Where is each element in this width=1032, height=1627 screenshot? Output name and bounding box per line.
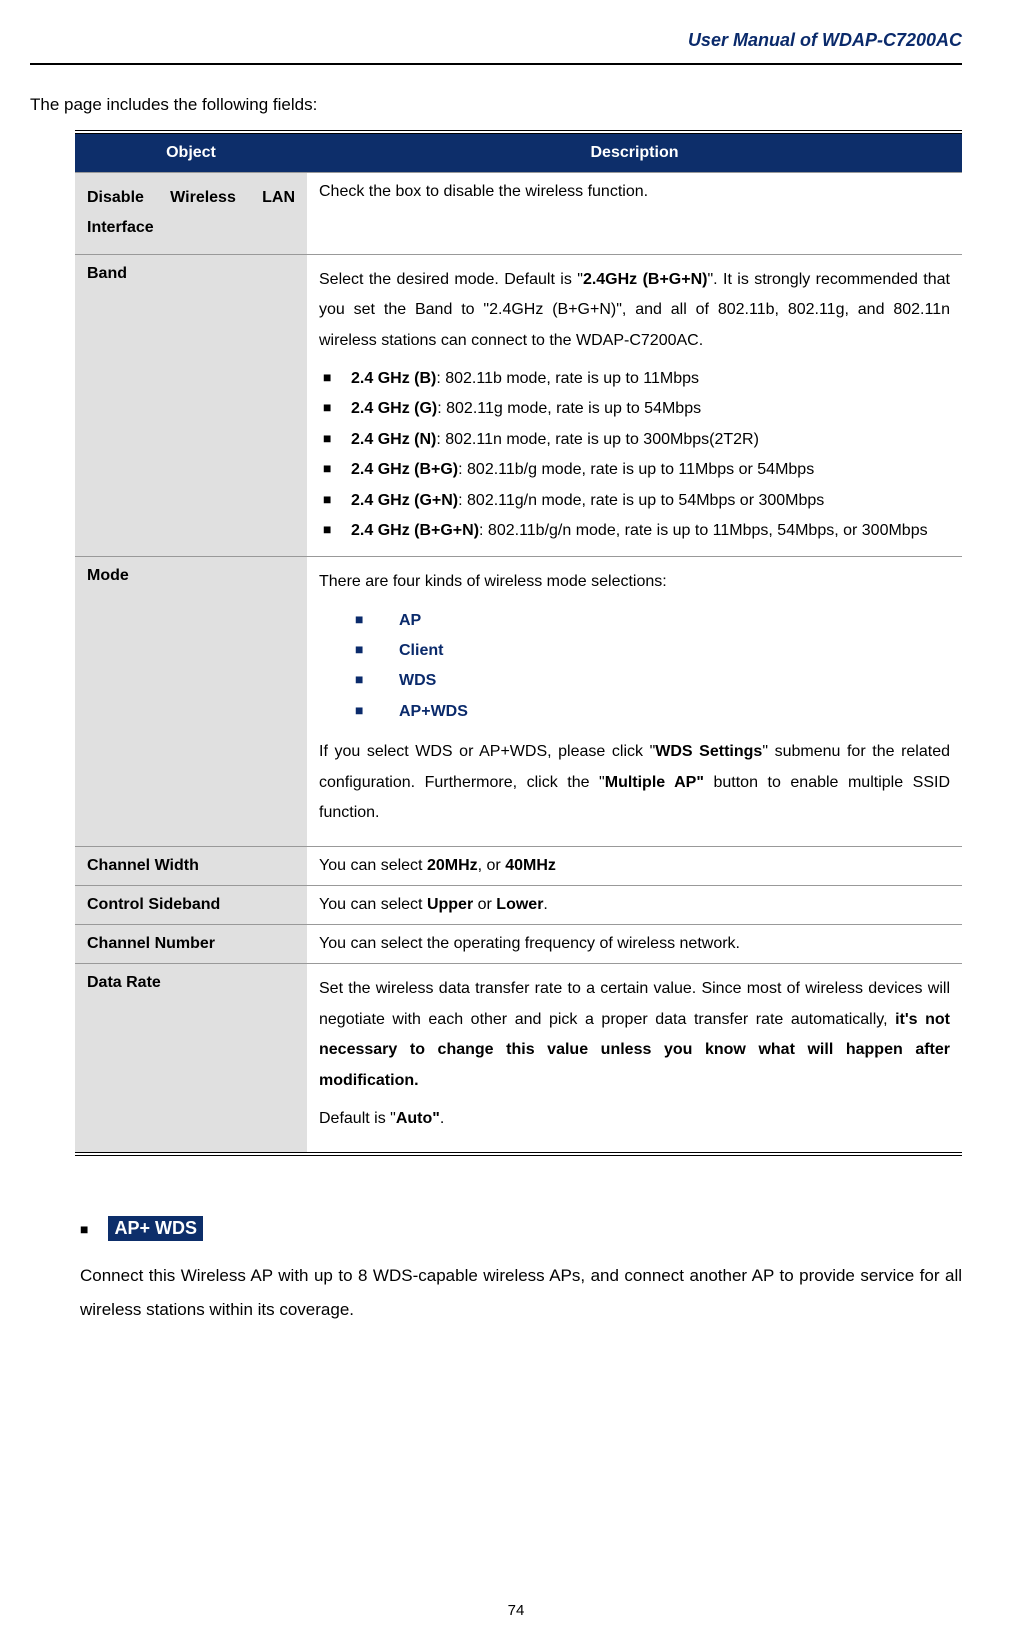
- col-header-object: Object: [75, 134, 307, 172]
- mode-intro: There are four kinds of wireless mode se…: [319, 567, 950, 597]
- square-bullet-icon: ■: [80, 1221, 88, 1237]
- list-item: 2.4 GHz (N): 802.11n mode, rate is up to…: [323, 425, 950, 455]
- section-description: Connect this Wireless AP with up to 8 WD…: [80, 1259, 962, 1327]
- section-heading: ■ AP+ WDS: [80, 1216, 962, 1241]
- table-row: Channel Number You can select the operat…: [75, 925, 962, 964]
- list-item: AP+WDS: [355, 697, 950, 727]
- intro-text: The page includes the following fields:: [30, 95, 962, 115]
- table-row: Band Select the desired mode. Default is…: [75, 255, 962, 558]
- cell-object: Band: [75, 255, 307, 557]
- page-number: 74: [508, 1602, 525, 1619]
- mode-list: AP Client WDS AP+WDS: [319, 606, 950, 728]
- datarate-desc: Set the wireless data transfer rate to a…: [319, 974, 950, 1096]
- desc-text: You can select the operating frequency o…: [319, 935, 740, 952]
- cell-object: Disable Wireless LAN Interface: [75, 173, 307, 254]
- list-item: Client: [355, 636, 950, 666]
- mode-footer: If you select WDS or AP+WDS, please clic…: [319, 737, 950, 828]
- band-intro: Select the desired mode. Default is "2.4…: [319, 265, 950, 356]
- desc-text: Check the box to disable the wireless fu…: [319, 183, 648, 200]
- list-item: 2.4 GHz (B+G): 802.11b/g mode, rate is u…: [323, 455, 950, 485]
- list-item: 2.4 GHz (B+G+N): 802.11b/g/n mode, rate …: [323, 516, 950, 546]
- table-row: Mode There are four kinds of wireless mo…: [75, 557, 962, 847]
- list-item: 2.4 GHz (G+N): 802.11g/n mode, rate is u…: [323, 486, 950, 516]
- section-title: AP+ WDS: [108, 1216, 203, 1241]
- cell-object: Channel Number: [75, 925, 307, 963]
- cell-description: There are four kinds of wireless mode se…: [307, 557, 962, 846]
- doc-title: User Manual of WDAP-C7200AC: [688, 30, 962, 50]
- list-item: AP: [355, 606, 950, 636]
- section-apwds: ■ AP+ WDS Connect this Wireless AP with …: [80, 1216, 962, 1327]
- cell-object: Mode: [75, 557, 307, 846]
- datarate-default: Default is "Auto".: [319, 1104, 950, 1134]
- table-row: Data Rate Set the wireless data transfer…: [75, 964, 962, 1152]
- fields-table: Object Description Disable Wireless LAN …: [75, 130, 962, 1156]
- table-header-row: Object Description: [75, 134, 962, 173]
- table-row: Control Sideband You can select Upper or…: [75, 886, 962, 925]
- table-row: Channel Width You can select 20MHz, or 4…: [75, 847, 962, 886]
- cell-description: You can select Upper or Lower.: [307, 886, 962, 924]
- cell-description: Set the wireless data transfer rate to a…: [307, 964, 962, 1152]
- cell-description: Select the desired mode. Default is "2.4…: [307, 255, 962, 557]
- col-header-description: Description: [307, 134, 962, 172]
- band-list: 2.4 GHz (B): 802.11b mode, rate is up to…: [319, 364, 950, 546]
- doc-header: User Manual of WDAP-C7200AC: [30, 30, 962, 65]
- list-item: 2.4 GHz (B): 802.11b mode, rate is up to…: [323, 364, 950, 394]
- list-item: WDS: [355, 666, 950, 696]
- cell-description: You can select the operating frequency o…: [307, 925, 962, 963]
- cell-description: You can select 20MHz, or 40MHz: [307, 847, 962, 885]
- cell-object: Control Sideband: [75, 886, 307, 924]
- cell-object: Data Rate: [75, 964, 307, 1152]
- cell-description: Check the box to disable the wireless fu…: [307, 173, 962, 254]
- cell-object: Channel Width: [75, 847, 307, 885]
- list-item: 2.4 GHz (G): 802.11g mode, rate is up to…: [323, 394, 950, 424]
- table-row: Disable Wireless LAN Interface Check the…: [75, 173, 962, 255]
